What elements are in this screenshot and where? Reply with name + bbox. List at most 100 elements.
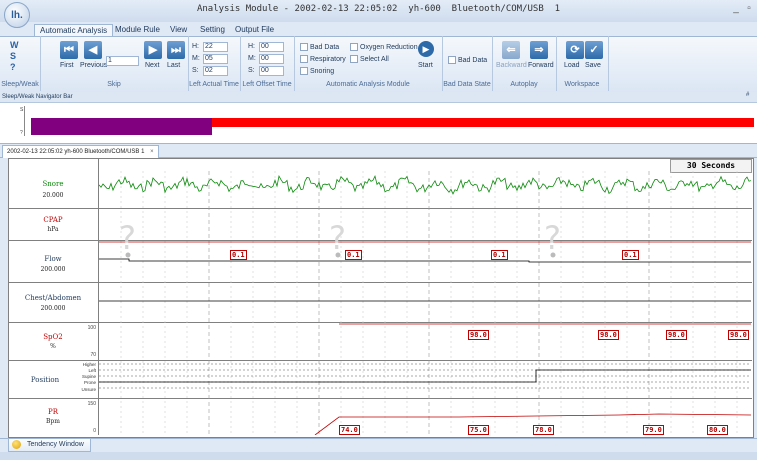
group-label-offset-time: Left Offset Time bbox=[242, 81, 292, 88]
actual-second-input[interactable]: 02 bbox=[203, 66, 228, 76]
navigator-level-unknown: ? bbox=[20, 130, 23, 136]
backward-button[interactable]: Backward bbox=[496, 62, 527, 69]
cpap-value-2: 0.1 bbox=[345, 250, 362, 260]
previous-icon[interactable]: ◀ bbox=[84, 41, 102, 59]
actual-hour-input[interactable]: 22 bbox=[203, 42, 228, 52]
group-label-skip: Skip bbox=[107, 81, 121, 88]
load-icon[interactable]: ⟳ bbox=[566, 41, 584, 59]
offset-hour-input[interactable]: 00 bbox=[259, 42, 284, 52]
tendency-icon bbox=[12, 440, 21, 449]
signal-traces: ??? bbox=[99, 171, 751, 435]
tab-view[interactable]: View bbox=[165, 24, 192, 36]
bad-data-checkbox[interactable]: Bad Data bbox=[300, 43, 339, 51]
actual-minute-label: M: bbox=[192, 55, 200, 62]
bad-data-state-checkbox[interactable]: Bad Data bbox=[448, 56, 487, 64]
channel-cpap-name: CPAP bbox=[43, 216, 63, 224]
close-tab-icon[interactable]: × bbox=[150, 149, 154, 155]
start-icon[interactable]: ▶ bbox=[418, 41, 434, 57]
select-all-checkbox[interactable]: Select All bbox=[350, 55, 389, 63]
last-button[interactable]: Last bbox=[167, 62, 180, 69]
unknown-stage-button[interactable]: ? bbox=[10, 62, 19, 73]
forward-icon[interactable]: ⇒ bbox=[530, 41, 548, 59]
save-button[interactable]: Save bbox=[585, 62, 601, 69]
unknown-marker-dot bbox=[335, 252, 341, 258]
channel-snore-name: Snore bbox=[42, 180, 64, 188]
next-button[interactable]: Next bbox=[145, 62, 159, 69]
pr-value-2: 75.0 bbox=[468, 425, 489, 435]
spo2-axis-min: 70 bbox=[90, 352, 96, 358]
channel-spo2-name: SpO2 bbox=[43, 333, 63, 341]
offset-hour-label: H: bbox=[248, 43, 255, 50]
channel-flow-value: 200.000 bbox=[40, 266, 66, 273]
position-level-supine: Supine bbox=[81, 374, 96, 379]
group-label-bad-data-state: Bad Data State bbox=[443, 81, 491, 88]
save-icon[interactable]: ✓ bbox=[585, 41, 603, 59]
previous-button[interactable]: Previous bbox=[80, 62, 107, 69]
tab-output-file[interactable]: Output File bbox=[230, 24, 279, 36]
position-level-higher: Higher bbox=[82, 362, 96, 367]
position-level-unsure: Unsure bbox=[81, 387, 96, 392]
minimize-button[interactable]: _ bbox=[730, 3, 742, 15]
document-tab-label: 2002-02-13 22:05:02 yh-600 Bluetooth/COM… bbox=[7, 149, 145, 155]
unknown-marker-dot bbox=[550, 252, 556, 258]
channel-pr-unit: Bpm bbox=[46, 418, 60, 425]
offset-second-input[interactable]: 00 bbox=[259, 66, 284, 76]
actual-hour-label: H: bbox=[192, 43, 199, 50]
window-title: Analysis Module - 2002-02-13 22:05:02 yh… bbox=[196, 4, 561, 14]
spo2-value-3: 98.0 bbox=[666, 330, 687, 340]
group-label-autoplay: Autoplay bbox=[510, 81, 538, 88]
position-level-prone: Prone bbox=[83, 380, 96, 385]
snore-trace bbox=[99, 174, 751, 195]
spo2-value-2: 98.0 bbox=[598, 330, 619, 340]
status-bar bbox=[0, 452, 757, 460]
offset-minute-input[interactable]: 00 bbox=[259, 54, 284, 64]
snoring-checkbox[interactable]: Snoring bbox=[300, 67, 334, 75]
navigator-wake-segment bbox=[31, 118, 212, 135]
channel-snore-value: 20.000 bbox=[42, 192, 64, 199]
actual-second-label: S: bbox=[192, 67, 199, 74]
offset-minute-label: M: bbox=[248, 55, 256, 62]
sleep-weak-items: W S ? bbox=[10, 40, 19, 73]
position-level-left: Left bbox=[88, 368, 96, 373]
position-dotted-levels bbox=[99, 363, 751, 389]
spo2-value-1: 98.0 bbox=[468, 330, 489, 340]
oxygen-reduction-checkbox[interactable]: Oxygen Reduction bbox=[350, 43, 418, 51]
channel-cpap-unit: hPa bbox=[47, 226, 59, 233]
tab-module-rule[interactable]: Module Rule bbox=[110, 24, 165, 36]
offset-second-label: S: bbox=[248, 67, 255, 74]
page-number-input[interactable]: 1 bbox=[106, 56, 139, 66]
load-button[interactable]: Load bbox=[564, 62, 580, 69]
backward-icon[interactable]: ⇐ bbox=[502, 41, 520, 59]
sleep-button[interactable]: S bbox=[10, 51, 19, 62]
pr-value-4: 79.0 bbox=[643, 425, 664, 435]
next-icon[interactable]: ▶ bbox=[144, 41, 162, 59]
first-icon[interactable]: ⏮ bbox=[60, 41, 78, 59]
channel-chest-abdomen-value: 200.000 bbox=[40, 305, 66, 312]
wake-button[interactable]: W bbox=[10, 40, 19, 51]
flow-trace bbox=[99, 258, 751, 263]
tendency-bar bbox=[0, 438, 757, 452]
navigator-pin-icon[interactable]: # bbox=[746, 92, 749, 98]
channel-pr-name: PR bbox=[48, 408, 58, 416]
first-button[interactable]: First bbox=[60, 62, 74, 69]
tab-setting[interactable]: Setting bbox=[195, 24, 230, 36]
navigator-title: Sleep/Weak Navigator Bar bbox=[0, 92, 757, 103]
channel-flow-name: Flow bbox=[44, 255, 62, 263]
pr-value-5: 80.0 bbox=[707, 425, 728, 435]
unknown-marker: ? bbox=[329, 219, 346, 257]
start-button[interactable]: Start bbox=[418, 62, 433, 69]
spo2-axis-max: 100 bbox=[87, 325, 96, 331]
restore-button[interactable]: ▫ bbox=[743, 3, 755, 15]
document-tab[interactable]: 2002-02-13 22:05:02 yh-600 Bluetooth/COM… bbox=[2, 145, 159, 158]
actual-minute-input[interactable]: 05 bbox=[203, 54, 228, 64]
respiratory-checkbox[interactable]: Respiratory bbox=[300, 55, 346, 63]
channel-spo2-unit: % bbox=[50, 343, 56, 350]
forward-button[interactable]: Forward bbox=[528, 62, 554, 69]
group-label-analysis-module: Automatic Analysis Module bbox=[326, 81, 410, 88]
group-label-workspace: Workspace bbox=[564, 81, 600, 88]
cpap-value-3: 0.1 bbox=[491, 250, 508, 260]
navigator-red-segment bbox=[212, 118, 754, 127]
last-icon[interactable]: ⏭ bbox=[167, 41, 185, 59]
navigator-axis bbox=[24, 106, 29, 136]
pr-axis-min: 0 bbox=[93, 428, 96, 434]
